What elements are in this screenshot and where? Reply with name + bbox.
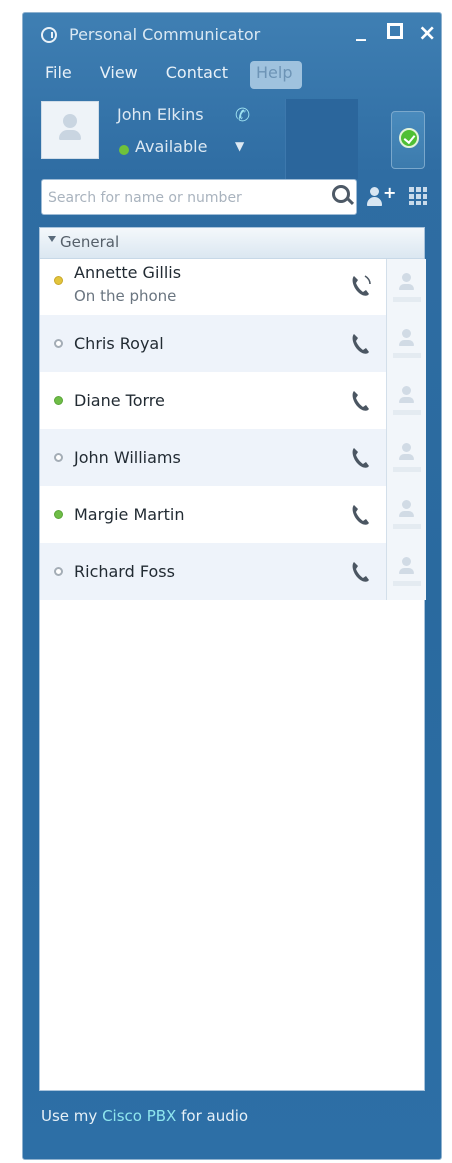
group-header[interactable]: General [40,228,424,259]
contact-name: Chris Royal [74,334,164,353]
menu-bar: File View Contact Help [39,61,314,89]
status-offline-icon [54,453,63,462]
phone-icon[interactable] [350,502,370,526]
person-body-icon [399,454,414,460]
contact-row[interactable]: Chris Royal [40,315,426,372]
avatar-tag [393,410,421,415]
close-button[interactable]: × [418,21,436,46]
chevron-down-icon[interactable]: ▼ [235,139,244,153]
avatar-tag [393,467,421,472]
title-bar[interactable]: Personal Communicator _ × [23,13,441,59]
plus-icon: + [383,183,397,202]
audio-device-link[interactable]: Cisco PBX [102,1107,176,1125]
collapse-caret-icon[interactable] [48,236,56,242]
status-available-icon [54,510,63,519]
contact-avatar[interactable] [386,543,426,600]
footer-prefix: Use my [41,1107,98,1125]
search-box [41,179,357,215]
person-silhouette-icon [402,329,411,338]
status-selector[interactable]: Available [135,137,207,156]
contact-row[interactable]: Annette Gillis On the phone [40,259,426,315]
contact-name: Annette Gillis [74,263,182,282]
avatar-tag [393,524,421,529]
presence-available-icon [119,145,129,155]
avatar-tag [393,297,421,302]
minimize-button[interactable]: _ [356,17,366,41]
status-available-icon [54,396,63,405]
contact-avatar[interactable] [386,315,426,372]
person-body-icon [399,511,414,517]
status-offline-icon [54,567,63,576]
phone-icon[interactable] [350,445,370,469]
phone-icon[interactable] [350,388,370,412]
contact-name: Richard Foss [74,562,175,581]
person-silhouette-icon [402,500,411,509]
green-status-button[interactable] [391,111,425,169]
phone-icon[interactable] [350,559,370,583]
avatar-tag [393,353,421,358]
menu-file[interactable]: File [39,61,82,89]
person-silhouette-icon [59,114,81,140]
grid-view-icon[interactable] [409,187,427,205]
menu-contact[interactable]: Contact [160,61,238,89]
person-body-icon [399,397,414,403]
user-panel: John Elkins ✆ Available ▼ [39,99,305,181]
person-silhouette-icon [402,273,411,282]
person-silhouette-icon [402,557,411,566]
user-name: John Elkins [117,105,204,124]
contact-avatar[interactable] [386,372,426,429]
person-body-icon [399,568,414,574]
menu-view[interactable]: View [94,61,148,89]
person-silhouette-icon [402,443,411,452]
footer-suffix: for audio [181,1107,249,1125]
contact-avatar[interactable] [386,486,426,543]
user-avatar[interactable] [41,101,99,159]
avatar-tag [393,581,421,586]
search-icon[interactable] [332,185,350,203]
phone-icon[interactable] [350,331,370,355]
person-silhouette-icon [402,386,411,395]
phone-icon: ✆ [235,105,251,126]
header-spacer [285,99,358,179]
contact-row[interactable]: John Williams [40,429,426,486]
search-input[interactable] [46,185,330,211]
contact-name: Diane Torre [74,391,165,410]
app-icon [41,27,57,43]
menu-help[interactable]: Help [250,61,303,89]
person-body-icon [399,284,414,290]
communicator-window: Personal Communicator _ × File View Cont… [22,12,442,1160]
contact-row[interactable]: Diane Torre [40,372,426,429]
group-name: General [60,233,120,251]
status-busy-icon [54,276,63,285]
contact-avatar[interactable] [386,429,426,486]
phone-active-icon[interactable] [350,273,371,297]
audio-preference: Use my Cisco PBX for audio [41,1107,248,1125]
person-head-icon [370,187,379,196]
add-contact-button[interactable]: + [367,183,397,211]
status-offline-icon [54,339,63,348]
contact-row[interactable]: Margie Martin [40,486,426,543]
contact-status-text: On the phone [74,287,177,305]
window-title: Personal Communicator [69,25,261,44]
person-body-icon [367,197,382,206]
contact-row[interactable]: Richard Foss [40,543,426,600]
checkmark-icon [399,128,419,148]
contact-list: General Annette Gillis On the phone Chri… [39,227,426,1091]
contact-name: Margie Martin [74,505,185,524]
maximize-button[interactable] [387,23,403,39]
contact-avatar[interactable] [386,259,426,315]
person-body-icon [399,340,414,346]
contact-name: John Williams [74,448,181,467]
